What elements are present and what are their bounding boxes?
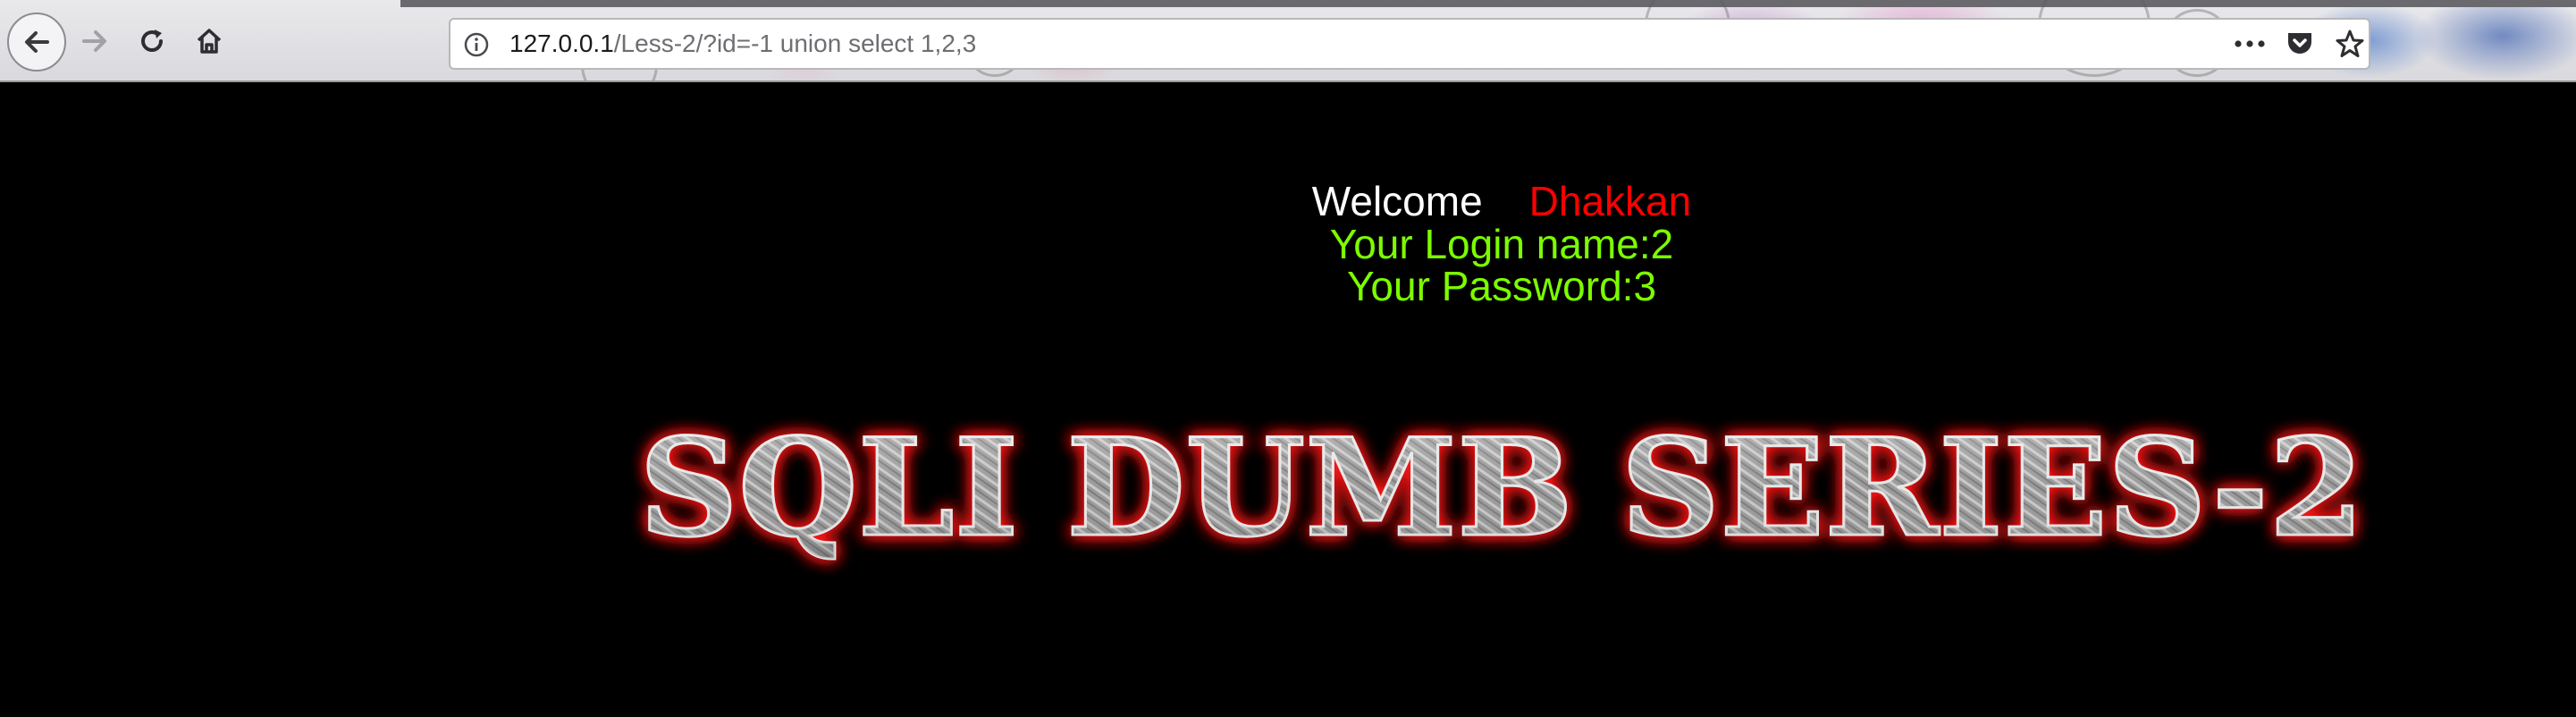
pocket-button[interactable] bbox=[2276, 20, 2324, 68]
address-bar[interactable]: 127.0.0.1/Less-2/?id=-1 union select 1,2… bbox=[449, 18, 2370, 70]
back-arrow-icon bbox=[25, 31, 49, 53]
page-content: Welcome Dhakkan Your Login name:2 Your Pa… bbox=[0, 82, 2576, 717]
toolbar-top-edge bbox=[400, 0, 2576, 7]
more-horizontal-icon bbox=[2235, 40, 2265, 47]
forward-arrow-icon bbox=[82, 30, 106, 52]
welcome-message: Welcome Dhakkan bbox=[0, 179, 2576, 224]
password-result: Your Password:3 bbox=[1346, 263, 1657, 309]
info-icon[interactable] bbox=[463, 31, 490, 58]
user-name: Dhakkan bbox=[1528, 178, 1692, 224]
bookmark-button[interactable] bbox=[2326, 20, 2374, 68]
url-host: 127.0.0.1 bbox=[509, 30, 614, 57]
reload-icon bbox=[141, 30, 163, 52]
reload-button[interactable] bbox=[123, 13, 181, 70]
url-text[interactable]: 127.0.0.1/Less-2/?id=-1 union select 1,2… bbox=[509, 20, 976, 68]
home-icon bbox=[197, 29, 222, 54]
back-button[interactable] bbox=[7, 13, 66, 72]
url-path: /Less-2/?id=-1 union select 1,2,3 bbox=[613, 30, 977, 57]
home-button[interactable] bbox=[181, 13, 238, 70]
pocket-icon bbox=[2288, 33, 2311, 54]
browser-toolbar: 127.0.0.1/Less-2/?id=-1 union select 1,2… bbox=[0, 0, 2576, 82]
page-actions-button[interactable] bbox=[2226, 20, 2274, 68]
banner-title-sheen: SQLI DUMB SERIES-2 bbox=[639, 409, 2364, 567]
sqli-dumb-series-banner: SQLI DUMB SERIES-2 SQLI DUMB SERIES-2 bbox=[638, 409, 2366, 569]
forward-button[interactable] bbox=[66, 13, 123, 70]
login-name-result: Your Login name:2 bbox=[1329, 221, 1674, 267]
star-icon bbox=[2336, 30, 2364, 57]
welcome-label: Welcome bbox=[1311, 178, 1483, 224]
